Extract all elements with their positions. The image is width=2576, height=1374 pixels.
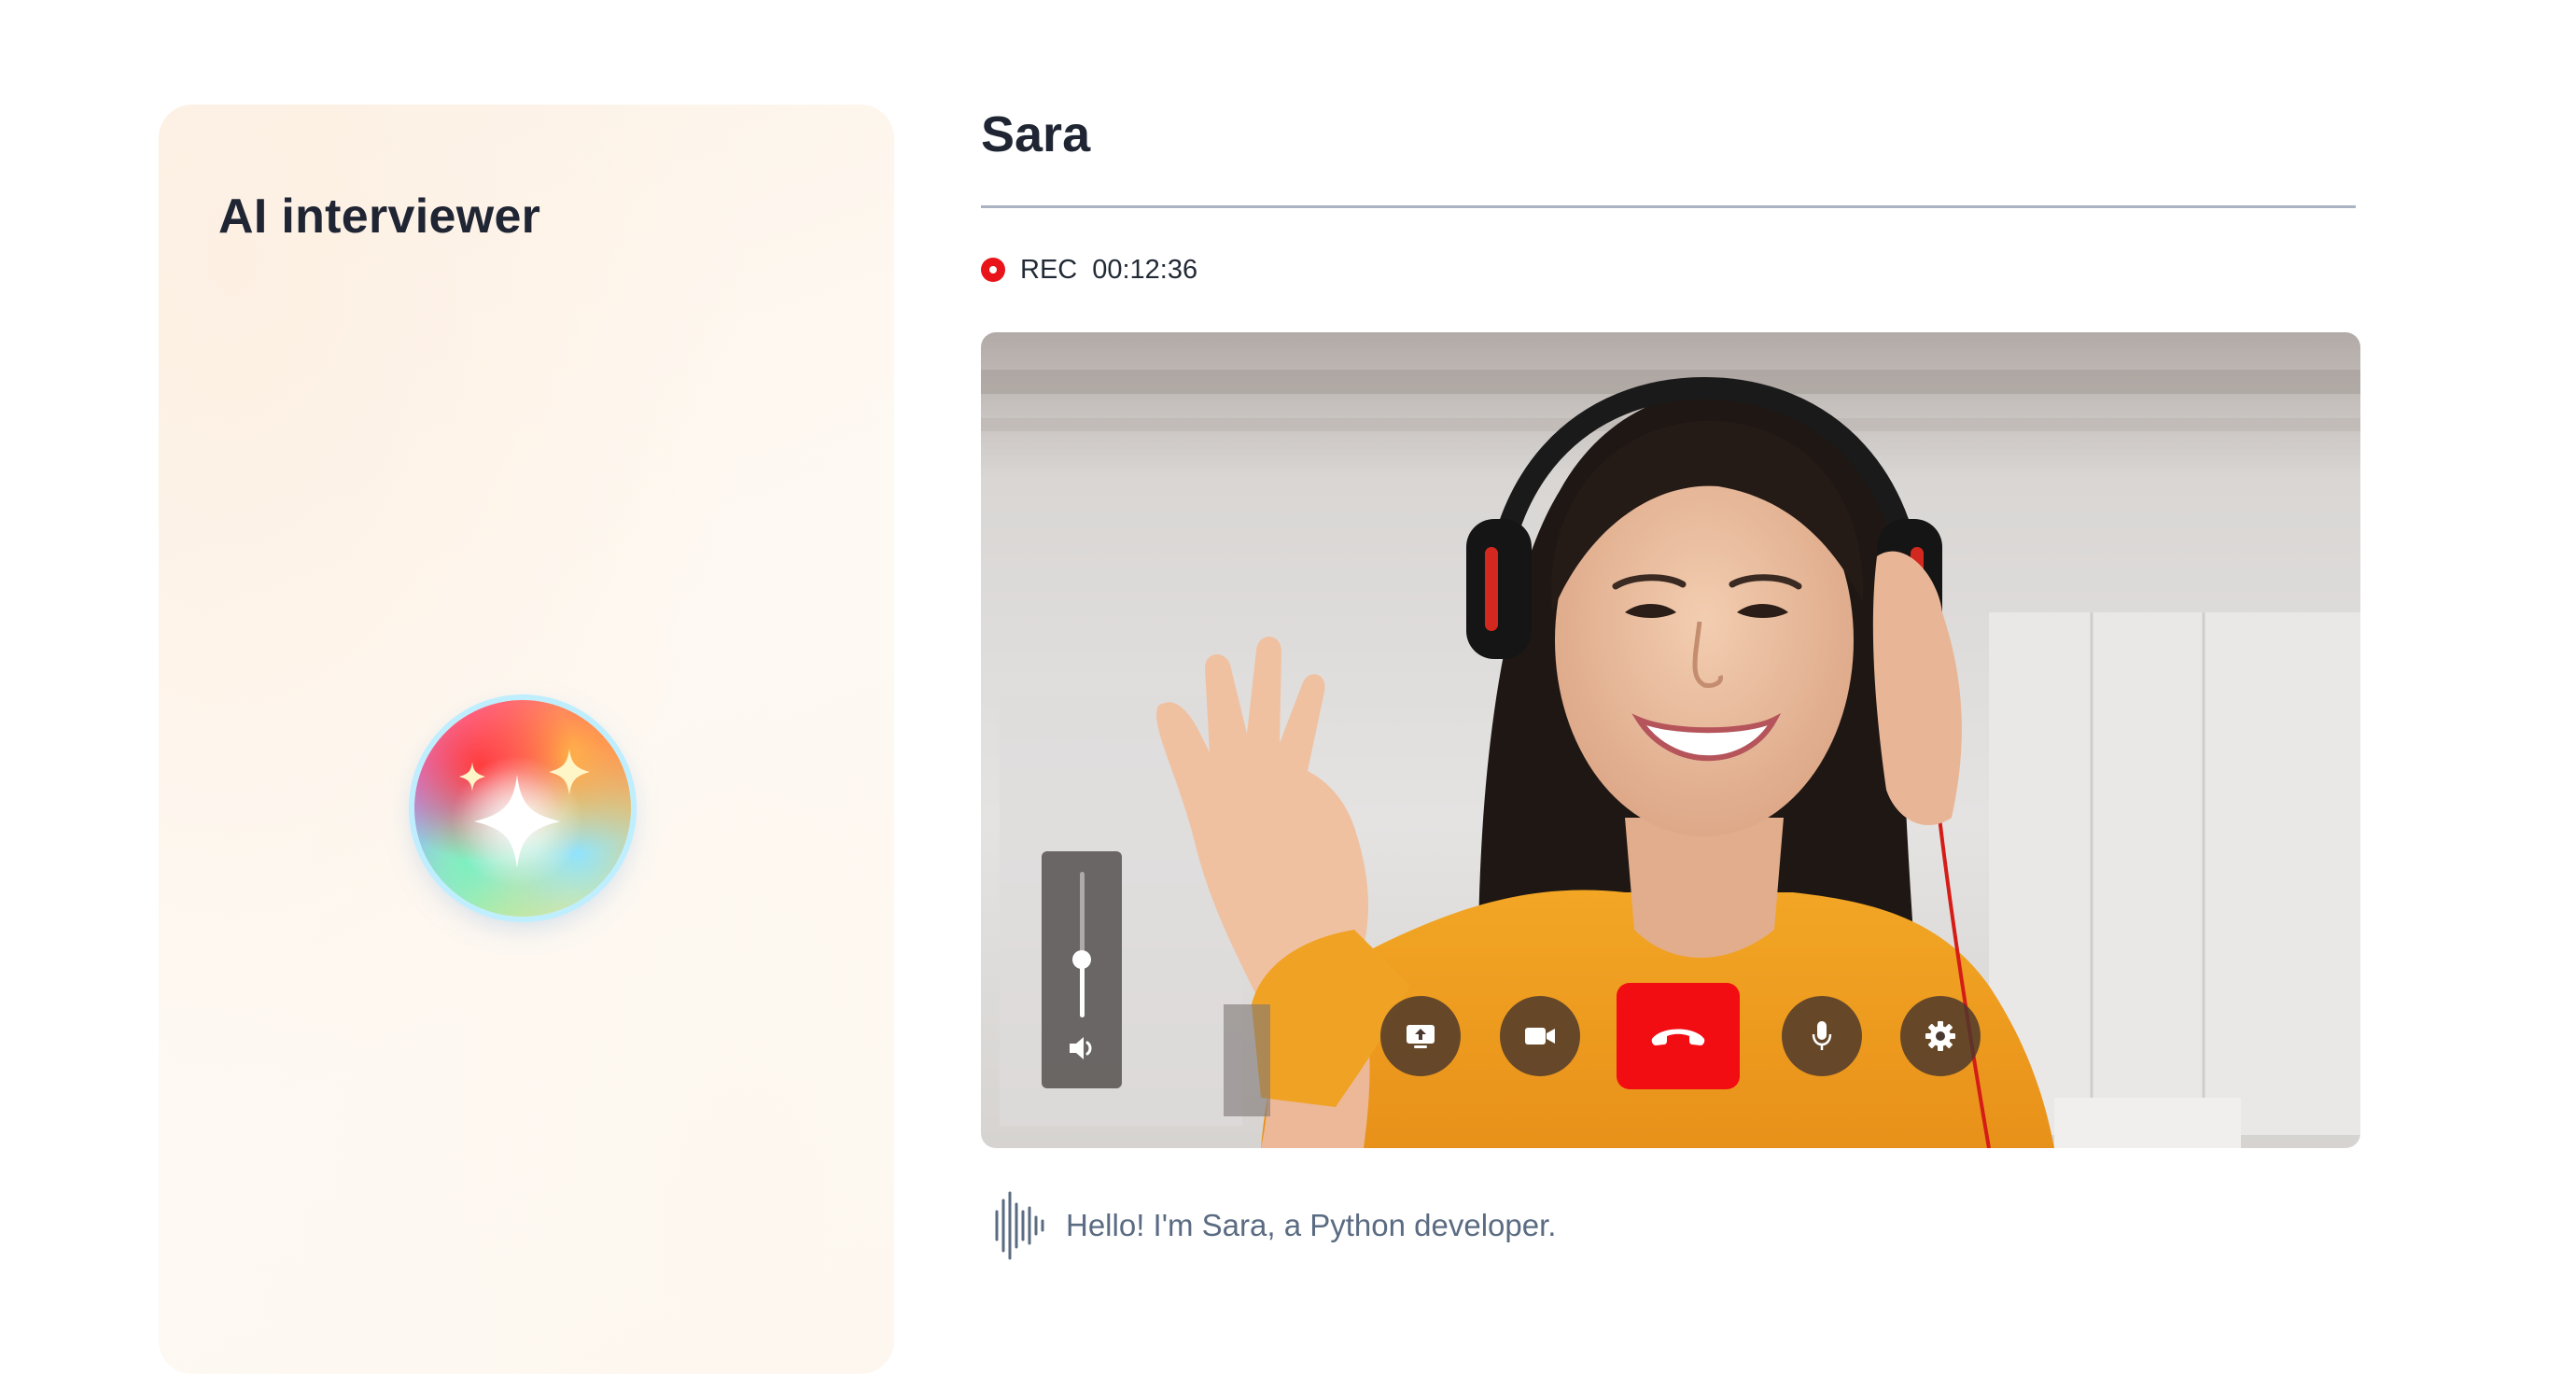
share-screen-button[interactable] <box>1380 996 1461 1076</box>
microphone-icon <box>1812 1021 1832 1050</box>
share-screen-icon <box>1407 1025 1435 1048</box>
microphone-button[interactable] <box>1782 996 1862 1076</box>
ai-interviewer-panel: AI interviewer <box>159 105 894 1374</box>
transcript-text: Hello! I'm Sara, a Python developer. <box>1066 1208 1557 1242</box>
ai-panel-title: AI interviewer <box>218 189 541 244</box>
settings-button[interactable] <box>1900 996 1981 1076</box>
video-camera-icon <box>1525 1028 1555 1045</box>
candidate-name: Sara <box>981 106 1091 162</box>
phone-hangup-icon <box>1651 1029 1705 1045</box>
speaker-icon <box>1070 1037 1092 1059</box>
candidate-video-feed <box>981 332 2360 1148</box>
audio-waveform-icon <box>995 1191 1044 1260</box>
transcript-line: Hello! I'm Sara, a Python developer. <box>993 1191 1556 1260</box>
end-call-button[interactable] <box>1617 983 1740 1089</box>
volume-slider[interactable] <box>1042 851 1122 1088</box>
recording-dot-icon <box>981 258 1005 282</box>
sparkles-orb-icon <box>414 700 631 917</box>
gear-icon <box>1925 1021 1955 1051</box>
volume-knob[interactable] <box>1072 950 1091 969</box>
header-divider <box>981 205 2356 208</box>
recording-label: REC <box>1020 254 1078 285</box>
recording-status: REC 00:12:36 <box>981 254 1197 286</box>
recording-timer: 00:12:36 <box>1092 254 1198 285</box>
camera-toggle-button[interactable] <box>1500 996 1580 1076</box>
